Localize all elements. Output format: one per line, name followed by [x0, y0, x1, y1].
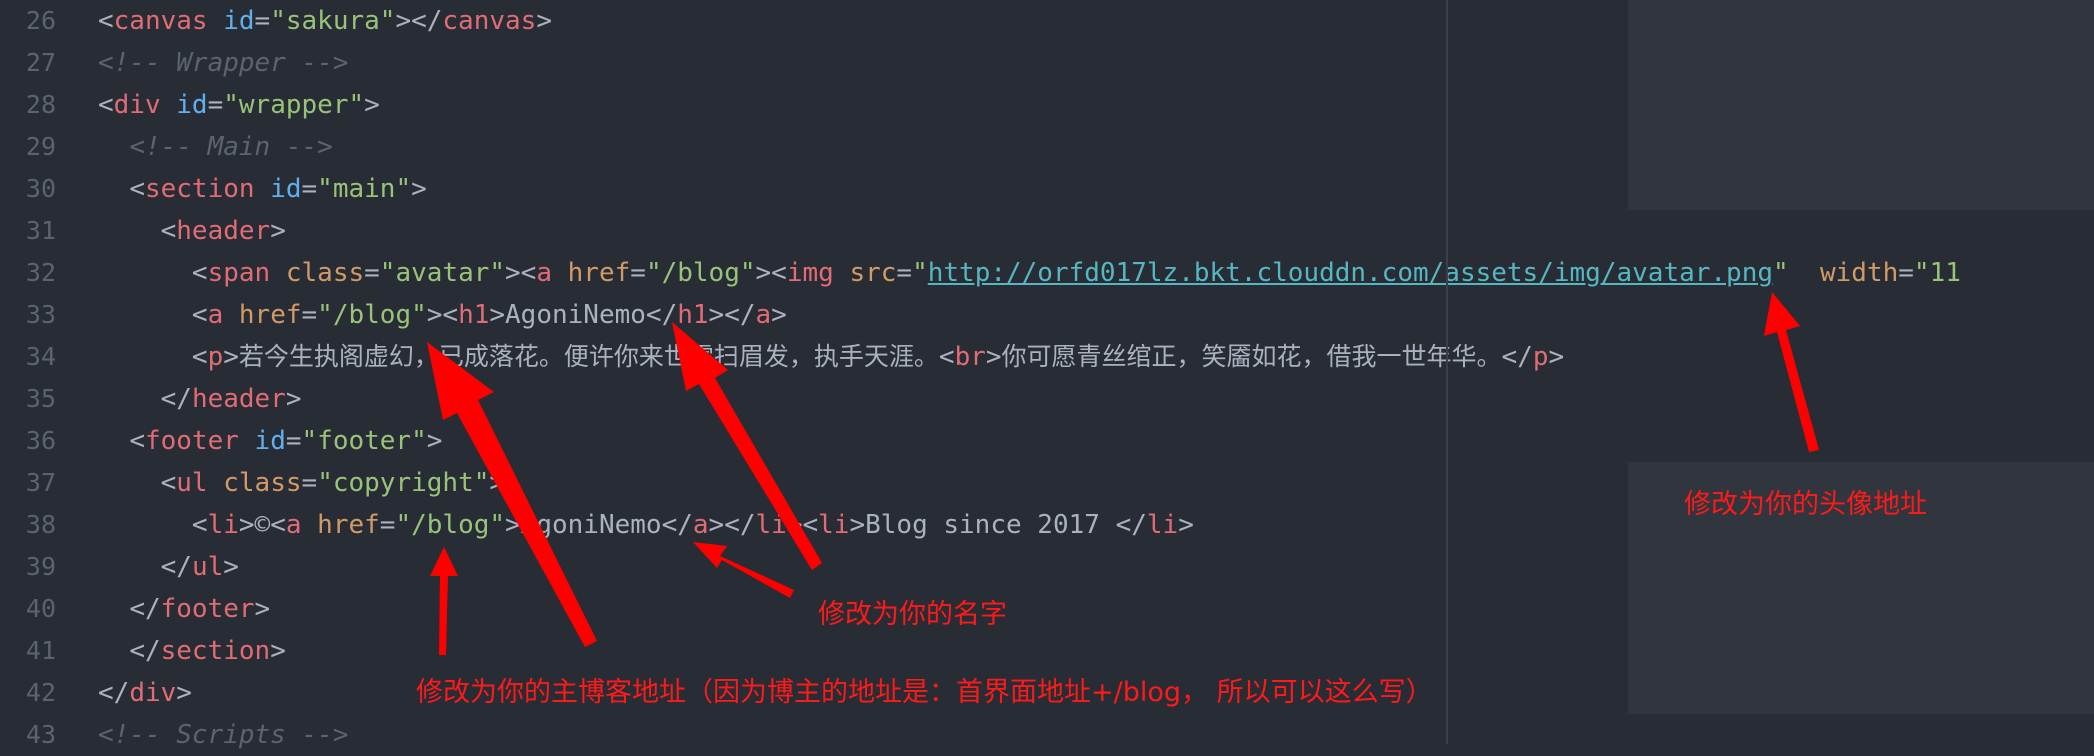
arrow-to-header-link	[427, 342, 597, 647]
annotation-blog-url: 修改为你的主博客地址（因为博主的地址是：首界面地址+/blog， 所以可以这么写…	[416, 677, 1433, 708]
annotation-avatar-url: 修改为你的头像地址	[1684, 489, 1927, 520]
arrow-to-avatar-url	[1764, 292, 1819, 452]
arrow-to-li-name	[693, 542, 794, 598]
arrow-to-h1-name	[672, 322, 822, 570]
annotation-name: 修改为你的名字	[818, 599, 1007, 630]
annotation-arrows	[427, 292, 1819, 655]
arrow-to-footer-href	[430, 547, 458, 655]
